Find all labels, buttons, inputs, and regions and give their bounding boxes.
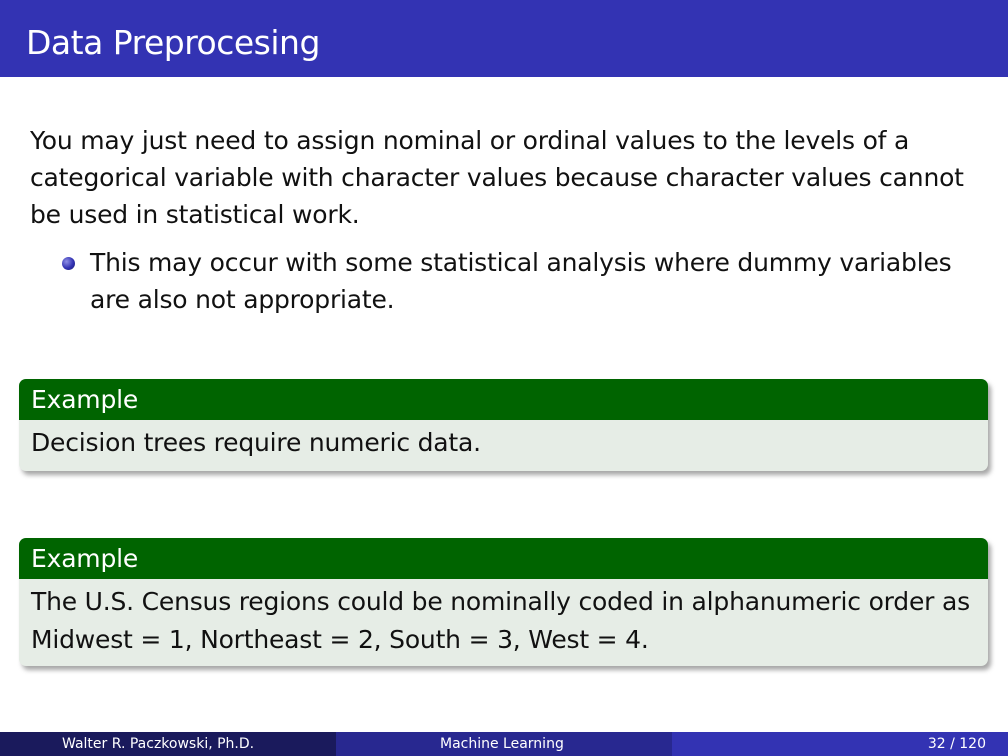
example-block-heading: Example [19,379,988,420]
ball-bullet-icon [62,257,75,270]
example-block: Example The U.S. Census regions could be… [19,538,988,666]
footer-author: Walter R. Paczkowski, Ph.D. [62,736,255,752]
footer-middle-segment: Machine Learning [336,732,672,756]
footer-page-number: 32 / 120 [927,736,986,752]
example-block-body: The U.S. Census regions could be nominal… [31,587,970,654]
example-block-heading: Example [19,538,988,579]
bullet-item: This may occur with some statistical ana… [90,248,952,314]
example-block: Example Decision trees require numeric d… [19,379,988,471]
footer-left-segment: Walter R. Paczkowski, Ph.D. [0,732,336,756]
footer-right-segment: 32 / 120 [672,732,1008,756]
footer-bar: Walter R. Paczkowski, Ph.D. Machine Lear… [0,732,1008,756]
example-block-body: Decision trees require numeric data. [31,428,481,457]
footer-course: Machine Learning [440,736,564,752]
body-paragraph: You may just need to assign nominal or o… [30,126,964,229]
slide-title: Data Preprocesing [26,23,320,62]
title-bar: Data Preprocesing [0,0,1008,77]
